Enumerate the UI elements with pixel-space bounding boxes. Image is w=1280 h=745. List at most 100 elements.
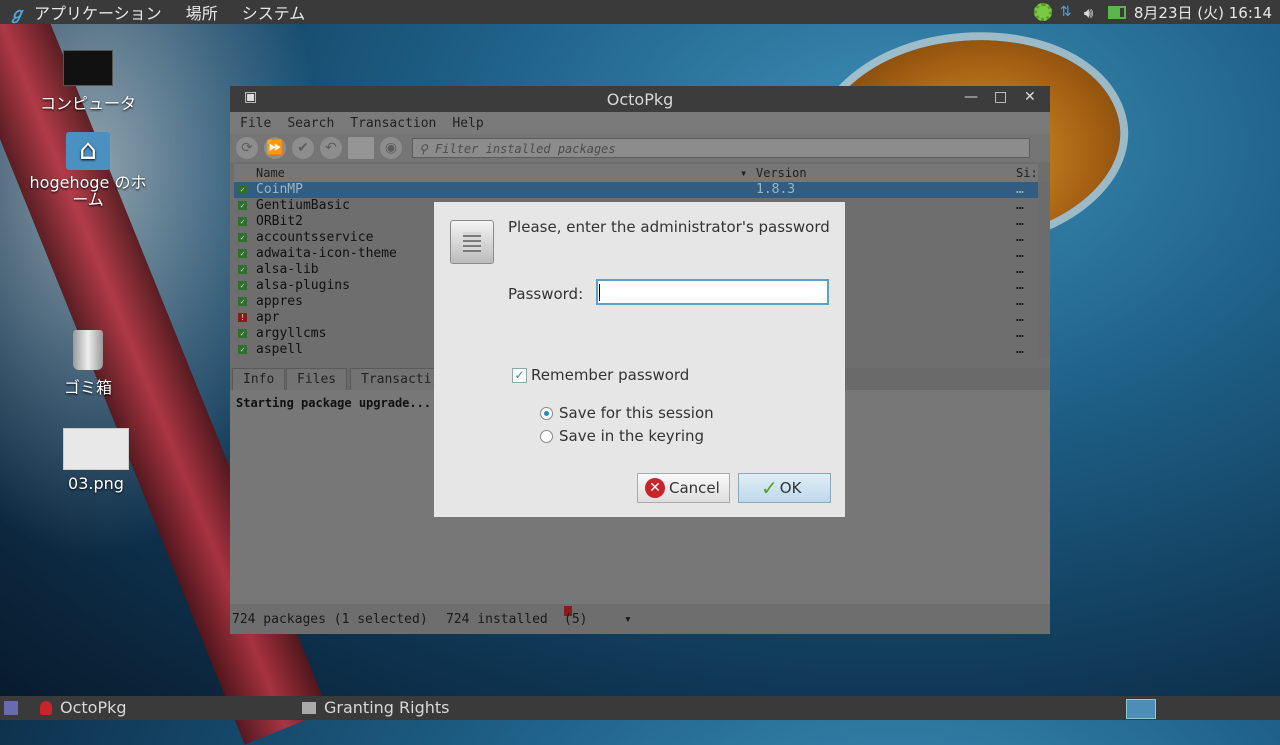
tab-files[interactable]: Files bbox=[286, 368, 348, 392]
installed-check-icon: ✓ bbox=[238, 329, 247, 338]
column-name[interactable]: Name bbox=[256, 166, 285, 180]
battery-icon[interactable] bbox=[1107, 5, 1126, 19]
terminal-icon[interactable] bbox=[348, 137, 374, 159]
ok-button[interactable]: ✓ OK bbox=[738, 473, 831, 503]
sync-icon[interactable]: ⟳ bbox=[236, 137, 258, 159]
octopkg-icon bbox=[40, 700, 52, 715]
top-panel: ℊ アプリケーション 場所 システム ⇅ 🔊︎ 8月23日 (火) 16:14 bbox=[0, 0, 1280, 24]
ellipsis: … bbox=[1016, 182, 1024, 197]
ellipsis: … bbox=[1016, 198, 1024, 213]
installed-check-icon: ✓ bbox=[238, 249, 247, 258]
ellipsis: … bbox=[1016, 246, 1024, 261]
column-size[interactable]: Si: bbox=[1016, 166, 1038, 180]
menu-system[interactable]: システム bbox=[242, 0, 306, 24]
cancel-button[interactable]: ✕ Cancel bbox=[637, 473, 730, 503]
remember-label: Remember password bbox=[531, 366, 690, 384]
distro-logo-icon[interactable]: ℊ bbox=[6, 0, 28, 24]
package-name: GentiumBasic bbox=[256, 198, 350, 213]
radio-save-keyring[interactable]: Save in the keyring bbox=[540, 427, 704, 445]
ellipsis: … bbox=[1016, 342, 1024, 357]
password-dialog: Please, enter the administrator's passwo… bbox=[434, 202, 845, 517]
keypad-icon bbox=[450, 220, 494, 264]
globe-icon[interactable]: ◉ bbox=[380, 137, 402, 159]
workspace-switcher[interactable] bbox=[1126, 699, 1156, 719]
status-packages: 724 packages (1 selected) bbox=[232, 612, 428, 627]
desktop-icon-label: ゴミ箱 bbox=[63, 378, 112, 397]
table-row[interactable]: ✓ CoinMP 1.8.3… bbox=[234, 182, 1038, 198]
task-octopkg[interactable]: OctoPkg bbox=[40, 698, 127, 717]
ellipsis: … bbox=[1016, 294, 1024, 309]
checkbox-checked-icon[interactable]: ✓ bbox=[512, 367, 527, 383]
cancel-label: Cancel bbox=[669, 479, 720, 497]
column-version[interactable]: Version bbox=[756, 166, 807, 180]
menu-transaction[interactable]: Transaction bbox=[340, 116, 442, 131]
close-icon[interactable]: ✕ bbox=[1024, 89, 1036, 105]
rollback-icon[interactable]: ↶ bbox=[320, 137, 342, 159]
package-list-scrollbar[interactable] bbox=[1038, 182, 1050, 358]
tab-info[interactable]: Info bbox=[232, 368, 286, 392]
outdated-icon: ! bbox=[238, 313, 247, 322]
menu-applications[interactable]: アプリケーション bbox=[34, 0, 162, 24]
desktop-icon-03png[interactable]: 03.png bbox=[56, 428, 136, 493]
installed-check-icon: ✓ bbox=[238, 201, 247, 210]
bottom-panel: OctoPkg Granting Rights bbox=[0, 696, 1280, 720]
installed-check-icon: ✓ bbox=[238, 265, 247, 274]
status-installed: 724 installed bbox=[446, 612, 548, 627]
menu-help[interactable]: Help bbox=[442, 116, 489, 131]
desktop-icon bbox=[4, 701, 18, 715]
desktop-icon-trash[interactable]: ゴミ箱 bbox=[50, 330, 126, 398]
checkmark-icon: ✓ bbox=[761, 476, 778, 500]
installed-check-icon: ✓ bbox=[238, 233, 247, 242]
network-icon[interactable]: ⇅ bbox=[1060, 4, 1076, 20]
password-field[interactable] bbox=[596, 279, 829, 305]
ellipsis: … bbox=[1016, 230, 1024, 245]
password-label: Password: bbox=[508, 285, 584, 303]
menu-places[interactable]: 場所 bbox=[186, 0, 218, 24]
filter-input[interactable]: ⚲ Filter installed packages bbox=[412, 138, 1030, 158]
radio-selected-icon[interactable] bbox=[540, 406, 553, 420]
sort-chevron-down-icon[interactable]: ▾ bbox=[740, 166, 747, 180]
desktop-icon-home[interactable]: hogehoge のホーム bbox=[24, 132, 152, 208]
tab-transaction[interactable]: Transacti bbox=[350, 368, 443, 392]
package-name: alsa-plugins bbox=[256, 278, 350, 293]
radio-save-session[interactable]: Save for this session bbox=[540, 404, 714, 422]
filter-placeholder: Filter installed packages bbox=[435, 142, 616, 156]
system-tray: ⇅ 🔊︎ 8月23日 (火) 16:14 bbox=[1033, 0, 1272, 24]
package-name: adwaita-icon-theme bbox=[256, 246, 397, 261]
maximize-icon[interactable]: □ bbox=[994, 89, 1007, 105]
installed-check-icon: ✓ bbox=[238, 185, 247, 194]
task-label: Granting Rights bbox=[324, 698, 450, 717]
minimize-icon[interactable]: — bbox=[964, 89, 978, 105]
show-desktop-button[interactable] bbox=[4, 701, 18, 715]
volume-icon[interactable]: 🔊︎ bbox=[1084, 4, 1100, 22]
window-icon bbox=[302, 701, 316, 714]
desktop-icon-computer[interactable]: コンピュータ bbox=[30, 50, 146, 114]
desktop-icon-label: コンピュータ bbox=[39, 94, 136, 113]
menu-file[interactable]: File bbox=[230, 116, 277, 131]
outdated-count: (5) bbox=[564, 612, 588, 627]
ellipsis: … bbox=[1016, 278, 1024, 293]
dialog-title: Please, enter the administrator's passwo… bbox=[508, 218, 830, 236]
trash-icon bbox=[73, 330, 103, 370]
package-name: appres bbox=[256, 294, 303, 309]
task-label: OctoPkg bbox=[60, 698, 127, 717]
package-name: CoinMP bbox=[256, 182, 303, 197]
image-file-icon bbox=[63, 428, 129, 470]
package-name: accountsservice bbox=[256, 230, 374, 245]
text-caret bbox=[599, 284, 600, 301]
radio-unselected-icon[interactable] bbox=[540, 429, 553, 443]
window-titlebar[interactable]: ▣ OctoPkg — □ ✕ bbox=[230, 86, 1050, 112]
menu-search[interactable]: Search bbox=[277, 116, 340, 131]
gear-icon[interactable] bbox=[1033, 3, 1052, 21]
commit-icon[interactable]: ⏩ bbox=[264, 137, 286, 159]
radio-label: Save in the keyring bbox=[559, 427, 705, 445]
output-text: Starting package upgrade... bbox=[236, 396, 432, 410]
package-list-header: Name ▾ Version Si: bbox=[234, 164, 1038, 182]
computer-icon bbox=[63, 50, 113, 86]
remember-password-checkbox[interactable]: ✓ Remember password bbox=[512, 366, 689, 384]
desktop-icon-label: 03.png bbox=[68, 474, 124, 493]
task-granting-rights[interactable]: Granting Rights bbox=[302, 698, 450, 717]
apply-icon[interactable]: ✔ bbox=[292, 137, 314, 159]
clock[interactable]: 8月23日 (火) 16:14 bbox=[1134, 2, 1272, 23]
chevron-down-icon[interactable]: ▾ bbox=[624, 606, 632, 634]
